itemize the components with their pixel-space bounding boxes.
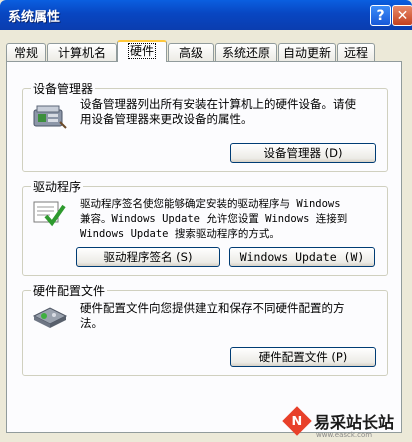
close-button[interactable]: ✕	[392, 5, 412, 26]
group-legend: 设备管理器	[31, 80, 96, 97]
driver-signing-button[interactable]: 驱动程序签名 (S)	[76, 247, 220, 267]
tab-strip: 常规 计算机名 硬件 高级 系统还原 自动更新 远程	[6, 40, 406, 62]
title-bar: 系统属性 ? ✕	[0, 0, 412, 30]
tab-label: 高级	[178, 46, 203, 60]
windows-update-button[interactable]: Windows Update (W)	[229, 247, 375, 267]
watermark-url: www.easck.com	[316, 431, 373, 439]
tab-remote[interactable]: 远程	[337, 43, 375, 61]
hardware-profiles-description: 硬件配置文件向您提供建立和保存不同硬件配置的方 法。	[80, 301, 345, 331]
window-title: 系统属性	[8, 10, 61, 25]
description-line: 设备管理器列出所有安装在计算机上的硬件设备。请使	[80, 97, 356, 111]
tab-advanced[interactable]: 高级	[168, 43, 214, 61]
driver-signing-icon	[32, 198, 66, 231]
tab-system-restore[interactable]: 系统还原	[215, 43, 277, 61]
hardware-profile-icon	[32, 302, 68, 331]
tab-computer-name[interactable]: 计算机名	[47, 43, 117, 61]
description-line: 驱动程序签名使您能够确定安装的驱动程序与 Windows	[80, 198, 341, 210]
group-legend: 硬件配置文件	[31, 282, 108, 299]
tab-label: 远程	[343, 46, 368, 60]
hardware-profiles-button[interactable]: 硬件配置文件 (P)	[230, 347, 376, 367]
watermark-logo-char: N	[291, 412, 303, 429]
help-button[interactable]: ?	[370, 5, 391, 26]
description-line: 硬件配置文件向您提供建立和保存不同硬件配置的方	[80, 301, 345, 315]
device-manager-icon	[32, 102, 68, 133]
drivers-description: 驱动程序签名使您能够确定安装的驱动程序与 Windows 兼容。Windows …	[80, 197, 347, 242]
site-watermark: N 易采站长站 www.easck.com	[276, 406, 410, 440]
device-manager-button[interactable]: 设备管理器 (D)	[230, 143, 376, 163]
description-line: 用设备管理器来更改设备的属性。	[80, 112, 253, 126]
watermark-logo-icon: N	[282, 406, 312, 436]
tab-label: 系统还原	[221, 46, 270, 60]
description-line: 兼容。Windows Update 允许您设置 Windows 连接到	[80, 213, 348, 225]
device-manager-description: 设备管理器列出所有安装在计算机上的硬件设备。请使 用设备管理器来更改设备的属性。	[80, 97, 356, 127]
tab-hardware[interactable]: 硬件	[117, 40, 167, 62]
group-legend: 驱动程序	[31, 178, 84, 195]
tab-auto-update[interactable]: 自动更新	[278, 43, 336, 61]
tab-general[interactable]: 常规	[6, 43, 46, 61]
tab-label: 常规	[13, 46, 38, 60]
description-line: 法。	[80, 316, 103, 330]
description-line: Windows Update 搜索驱动程序的方式。	[80, 228, 280, 240]
tab-label: 自动更新	[282, 46, 331, 60]
tab-label: 硬件	[127, 43, 157, 59]
watermark-text: 易采站长站	[314, 413, 395, 432]
tab-label: 计算机名	[57, 46, 106, 60]
